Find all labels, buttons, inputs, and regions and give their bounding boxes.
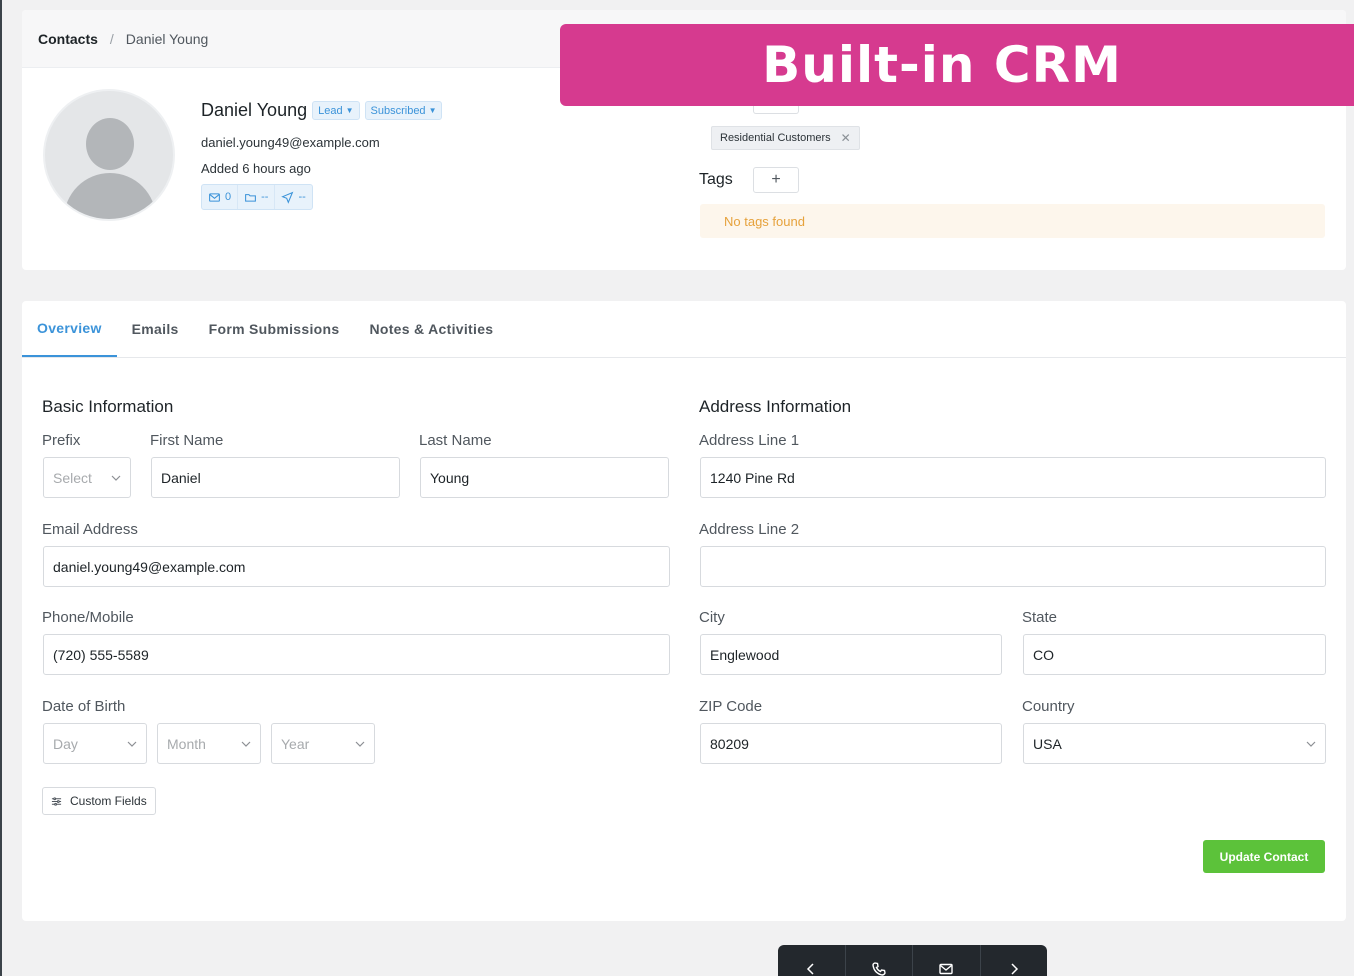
tab-notes-activities[interactable]: Notes & Activities xyxy=(354,301,508,357)
last-name-label: Last Name xyxy=(419,432,492,449)
envelope-icon xyxy=(209,192,220,202)
contact-details-card: Overview Emails Form Submissions Notes &… xyxy=(22,301,1346,921)
dob-month-select[interactable]: Month xyxy=(157,723,261,764)
basic-info-title: Basic Information xyxy=(42,397,174,416)
stat-folders[interactable]: -- xyxy=(237,185,274,209)
chevron-left-icon xyxy=(807,963,814,975)
chevron-down-icon xyxy=(1306,741,1316,747)
contact-stats: 0 -- -- xyxy=(201,184,313,210)
avatar-placeholder-icon xyxy=(86,118,134,170)
tags-empty-message: No tags found xyxy=(700,204,1325,238)
first-name-input[interactable]: Daniel xyxy=(151,457,400,498)
contact-name-row: Daniel Young Lead ▼ Subscribed ▼ xyxy=(201,100,443,121)
country-select[interactable]: USA xyxy=(1023,723,1326,764)
contact-name: Daniel Young xyxy=(201,100,308,120)
chevron-down-icon xyxy=(111,475,121,481)
bottom-nav-bar xyxy=(778,945,1047,976)
address-line2-label: Address Line 2 xyxy=(699,521,800,538)
tab-form-submissions[interactable]: Form Submissions xyxy=(194,301,355,357)
contact-email: daniel.young49@example.com xyxy=(201,135,380,150)
email-input[interactable]: daniel.young49@example.com xyxy=(43,546,670,587)
folder-icon xyxy=(245,193,257,202)
email-label: Email Address xyxy=(42,521,138,538)
breadcrumb-separator: / xyxy=(109,30,114,47)
address-line1-label: Address Line 1 xyxy=(699,432,800,449)
chevron-right-icon xyxy=(1011,963,1018,975)
chevron-down-icon xyxy=(127,741,137,747)
update-contact-button[interactable]: Update Contact xyxy=(1203,840,1325,873)
breadcrumb-contacts-link[interactable]: Contacts xyxy=(38,31,98,47)
dob-year-select[interactable]: Year xyxy=(271,723,375,764)
last-name-input[interactable]: Young xyxy=(420,457,669,498)
address-info-title: Address Information xyxy=(699,397,852,416)
address-line2-input[interactable] xyxy=(700,546,1326,587)
promo-banner-text: Built-in CRM xyxy=(762,36,1122,94)
lists-add-button[interactable] xyxy=(753,106,799,114)
email-button[interactable] xyxy=(912,945,980,976)
city-input[interactable]: Englewood xyxy=(700,634,1002,675)
prev-contact-button[interactable] xyxy=(778,945,845,976)
contact-added-time: Added 6 hours ago xyxy=(201,161,311,176)
city-label: City xyxy=(699,609,725,626)
caret-down-icon: ▼ xyxy=(428,106,437,115)
breadcrumb-current: Daniel Young xyxy=(125,30,209,47)
custom-fields-button[interactable]: Custom Fields xyxy=(42,787,156,815)
chevron-down-icon xyxy=(241,741,251,747)
zip-input[interactable]: 80209 xyxy=(700,723,1002,764)
phone-label: Phone/Mobile xyxy=(42,609,134,626)
phone-icon xyxy=(872,962,886,976)
tab-emails[interactable]: Emails xyxy=(117,301,194,357)
prefix-select[interactable]: Select xyxy=(43,457,131,498)
tab-bar: Overview Emails Form Submissions Notes &… xyxy=(22,301,1346,358)
state-label: State xyxy=(1022,609,1058,626)
send-icon xyxy=(281,191,294,204)
caret-down-icon: ▼ xyxy=(345,106,354,115)
promo-banner: Built-in CRM xyxy=(560,24,1354,106)
zip-label: ZIP Code xyxy=(699,698,763,715)
window-edge xyxy=(0,0,2,976)
first-name-label: First Name xyxy=(150,432,224,449)
chevron-down-icon xyxy=(355,741,365,747)
avatar[interactable] xyxy=(43,89,175,221)
lead-status-dropdown[interactable]: Lead ▼ xyxy=(312,101,360,120)
list-chip: Residential Customers ✕ xyxy=(711,126,860,150)
state-input[interactable]: CO xyxy=(1023,634,1326,675)
envelope-icon xyxy=(939,963,953,975)
phone-input[interactable]: (720) 555-5589 xyxy=(43,634,670,675)
country-label: Country xyxy=(1022,698,1075,715)
stat-sent[interactable]: -- xyxy=(274,185,311,209)
dob-label: Date of Birth xyxy=(42,698,126,715)
address-line1-input[interactable]: 1240 Pine Rd xyxy=(700,457,1326,498)
tab-overview[interactable]: Overview xyxy=(22,301,117,357)
call-button[interactable] xyxy=(844,945,913,976)
subscription-status-dropdown[interactable]: Subscribed ▼ xyxy=(364,101,443,120)
sliders-icon xyxy=(51,796,62,806)
tags-add-button[interactable]: + xyxy=(753,167,799,193)
tags-label: Tags xyxy=(699,171,733,188)
dob-day-select[interactable]: Day xyxy=(43,723,147,764)
prefix-label: Prefix xyxy=(42,432,81,449)
next-contact-button[interactable] xyxy=(979,945,1048,976)
close-icon[interactable]: ✕ xyxy=(841,131,851,145)
stat-emails[interactable]: 0 xyxy=(202,185,237,209)
